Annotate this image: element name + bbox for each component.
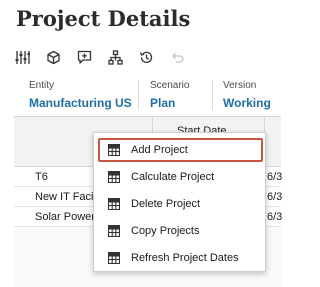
history-icon[interactable] [138,49,155,66]
pov-scenario-value[interactable]: Plan [150,96,189,110]
menu-item-calculate-project[interactable]: Calculate Project [98,165,263,189]
menu-item-label: Refresh Project Dates [131,252,239,264]
menu-item-delete-project[interactable]: Delete Project [98,192,263,216]
menu-item-label: Calculate Project [131,171,215,183]
menu-item-label: Add Project [131,144,188,156]
context-menu: Add Project Calculate Project Delete Pro… [93,132,266,272]
date-cell[interactable]: 6/3 [267,171,282,183]
menu-item-copy-projects[interactable]: Copy Projects [98,219,263,243]
pov-entity-label: Entity [29,80,55,91]
comment-icon[interactable] [76,49,93,66]
pov-scenario[interactable]: Scenario Plan [150,80,189,110]
column-header-next[interactable] [265,117,281,167]
page-title: Project Details [16,6,191,31]
pov-version[interactable]: Version Working [223,80,271,110]
pov-bar: Entity Manufacturing US Scenario Plan Ve… [0,76,281,114]
pov-entity-value[interactable]: Manufacturing US [29,96,132,110]
date-cell[interactable]: 6/3 [267,211,282,223]
date-cell[interactable]: 6/3 [267,191,282,203]
toolbar [14,46,200,68]
hierarchy-icon[interactable] [107,49,124,66]
settings-sliders-icon[interactable] [14,49,31,66]
undo-icon [169,49,186,66]
grid-icon [108,144,120,156]
grid-icon [108,252,120,264]
pov-version-label: Version [223,80,257,91]
menu-item-label: Copy Projects [131,225,200,237]
pov-version-value[interactable]: Working [223,96,271,110]
pov-divider [212,80,213,110]
menu-item-add-project[interactable]: Add Project [98,138,263,162]
menu-item-refresh-project-dates[interactable]: Refresh Project Dates [98,246,263,270]
pov-divider [138,80,139,110]
grid-icon [108,198,120,210]
pov-scenario-label: Scenario [150,80,190,91]
grid-icon [108,225,120,237]
pov-entity[interactable]: Entity Manufacturing US [29,80,132,110]
cube-icon[interactable] [45,49,62,66]
grid-icon [108,171,120,183]
menu-item-label: Delete Project [131,198,201,210]
